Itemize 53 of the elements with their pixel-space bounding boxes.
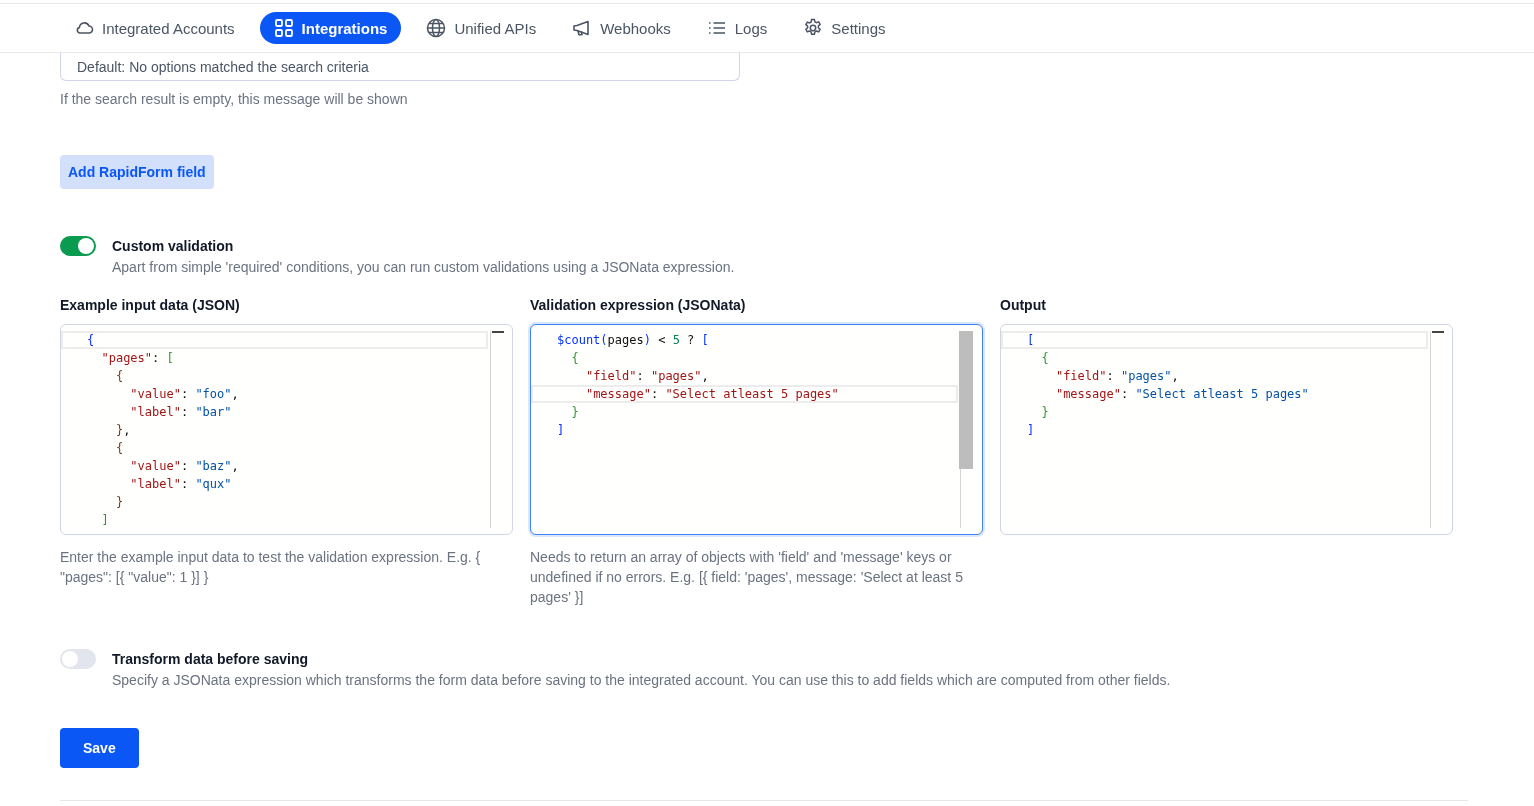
code-line: "pages": [ — [100, 350, 175, 367]
code-line: ] — [1026, 422, 1036, 439]
code-line: }, — [114, 422, 132, 439]
toggle-switch[interactable] — [60, 236, 96, 256]
code-line: ] — [556, 422, 566, 439]
scrollbar[interactable] — [1432, 331, 1444, 333]
grid-icon — [273, 18, 294, 38]
toggle-description: Specify a JSONata expression which transforms the form data before saving to the integrated account. You can use this to add fields which are computed from other fields. — [112, 672, 1171, 688]
code-line: [ — [1001, 331, 1428, 349]
nav-tab[interactable]: Webhooks — [561, 12, 682, 44]
code-line: { — [114, 368, 125, 385]
code-line: } — [570, 404, 580, 421]
scrollbar[interactable] — [492, 331, 504, 333]
toggle-description: Apart from simple 'required' conditions, you can run custom validations using a JSONata expression. — [112, 259, 735, 275]
code-line: "value": "baz", — [129, 458, 240, 475]
code-line: "field": "pages", — [584, 368, 710, 385]
code-line: "label": "qux" — [129, 476, 233, 493]
toggle-label: Custom validation — [112, 238, 235, 254]
nav-tab[interactable]: Settings — [792, 12, 897, 44]
code-line: "message": "Select atleast 5 pages" — [531, 385, 958, 403]
nav-tab[interactable]: Logs — [695, 12, 779, 44]
helper-text: Enter the example input data to test the validation expression. E.g. { "pages": [{ "value": 1 }] } — [60, 548, 482, 587]
helper-text: If the search result is empty, this message will be shown — [60, 91, 409, 107]
editor-title: Validation expression (JSONata) — [530, 297, 747, 314]
code-line: } — [114, 494, 125, 511]
code-line: "field": "pages", — [1054, 368, 1180, 385]
globe-icon — [426, 18, 447, 38]
editor-title: Example input data (JSON) — [60, 297, 241, 314]
code-line: { — [61, 331, 488, 349]
code-line: "value": "foo", — [129, 386, 240, 403]
editor-title: Output — [1000, 297, 1047, 314]
scrollbar[interactable] — [959, 331, 973, 469]
code-editor[interactable]: [ { "field": "pages", "message": "Select atleast 5 pages" } ] — [1000, 324, 1453, 535]
nav-tab[interactable]: Unified APIs — [415, 12, 548, 44]
save-button[interactable]: Save — [60, 728, 139, 768]
code-line: { — [1040, 350, 1050, 367]
nav-tab[interactable]: Integrations — [259, 12, 402, 44]
toggle-label: Transform data before saving — [112, 651, 310, 667]
add-field-button[interactable]: Add RapidForm field — [60, 155, 214, 189]
code-line: } — [1040, 404, 1050, 421]
code-line: { — [114, 440, 125, 457]
code-line: $count(pages) < 5 ? [ — [556, 332, 710, 349]
helper-text: Needs to return an array of objects with 'field' and 'message' keys or undefined if no errors. E.g. [{ field: 'pages', message: 'Select at least 5 pages' }] — [530, 548, 964, 607]
toggle-switch[interactable] — [60, 649, 96, 669]
settings-icon — [803, 18, 824, 38]
code-line: { — [570, 350, 580, 367]
code-line: ] — [100, 512, 110, 529]
text-field[interactable]: Default: No options matched the search criteria — [60, 53, 740, 81]
nav-tab[interactable]: Integrated Accounts — [63, 12, 246, 44]
code-line: "message": "Select atleast 5 pages" — [1054, 386, 1310, 403]
code-editor[interactable]: $count(pages) < 5 ? [ { "field": "pages", "message": "Select atleast 5 pages" } ] — [530, 324, 983, 535]
code-editor[interactable]: { "pages": [ { "value": "foo", "label": "bar" }, { "value": "baz", "label": "qux" } ] — [60, 324, 513, 535]
code-line: "label": "bar" — [129, 404, 233, 421]
